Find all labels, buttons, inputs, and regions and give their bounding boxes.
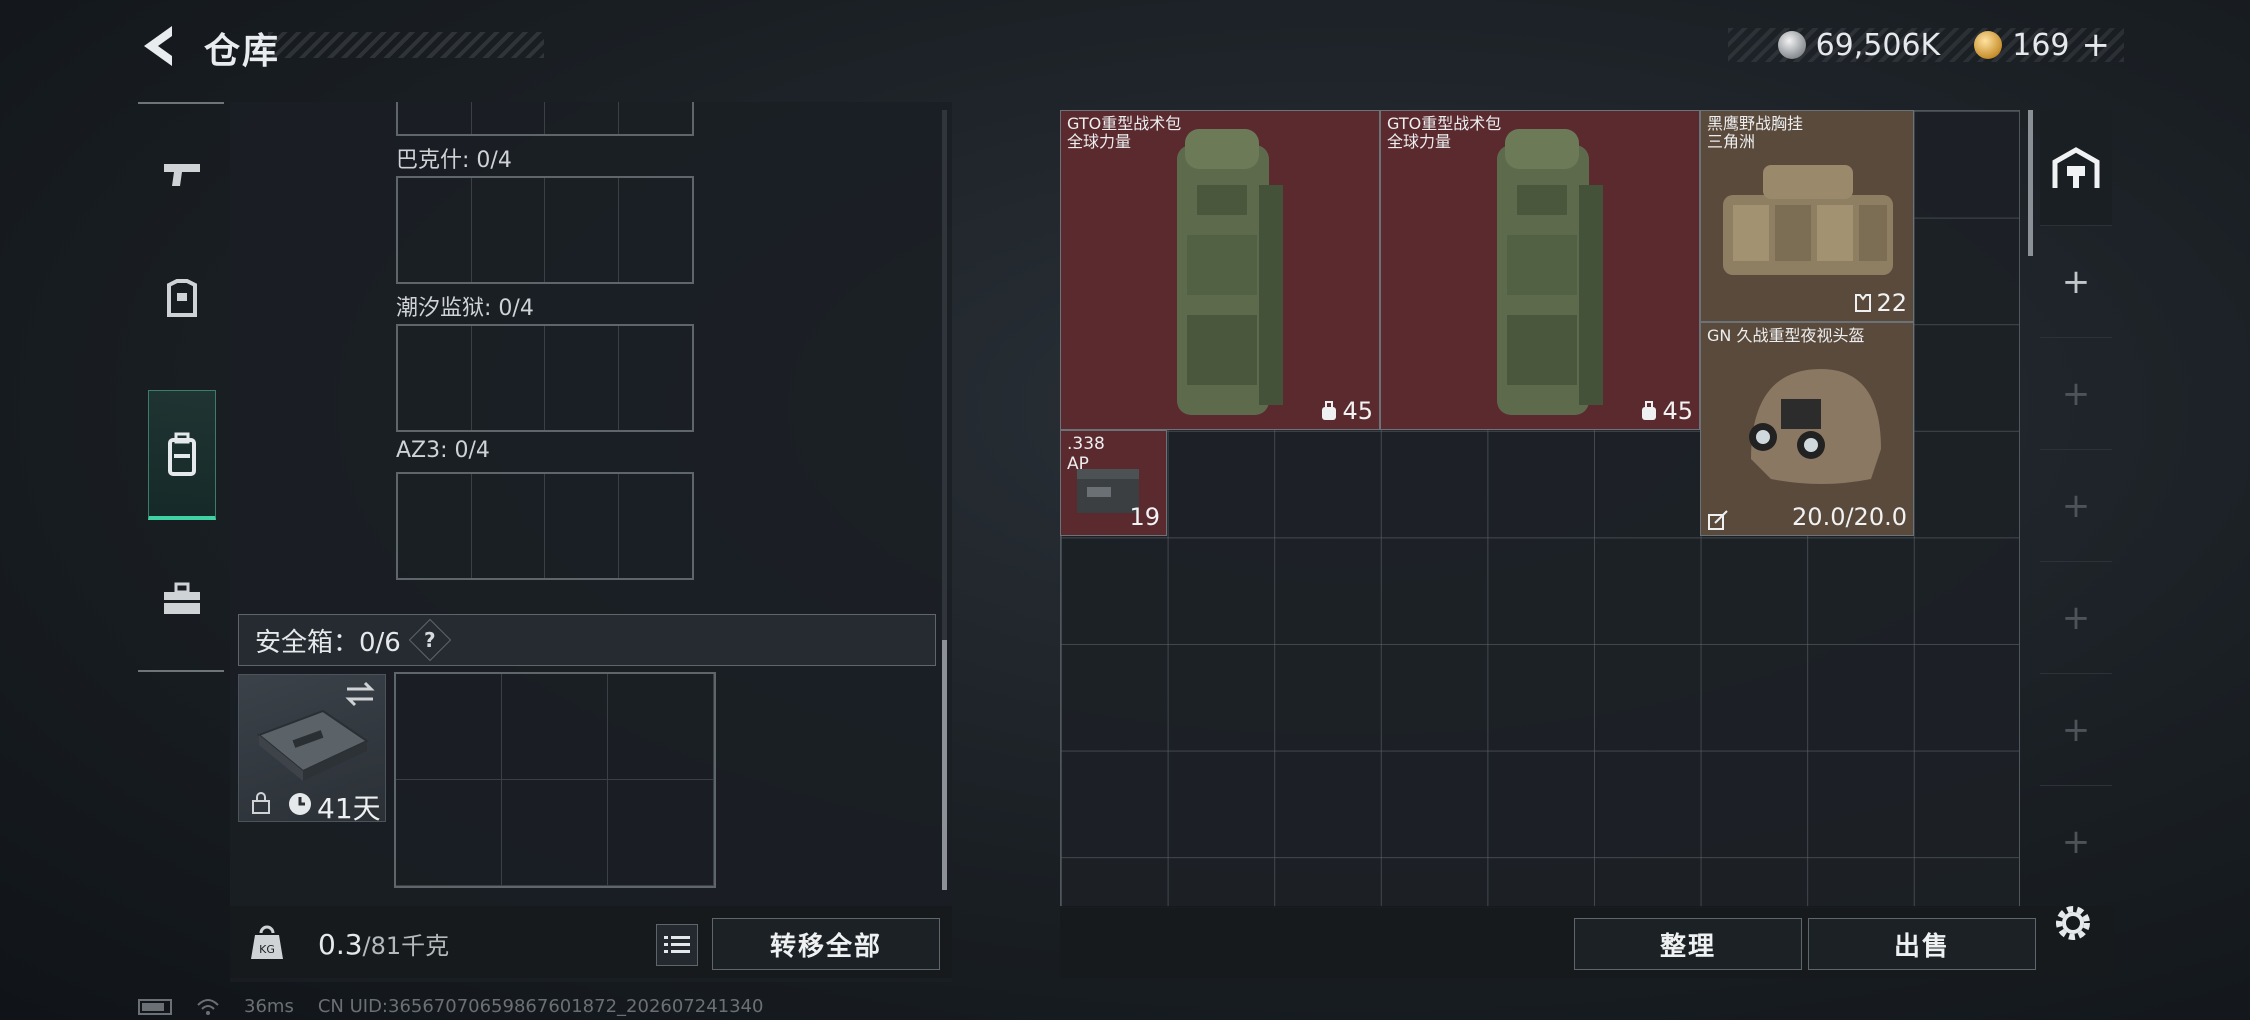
stash-tab-main[interactable]	[2040, 110, 2112, 226]
safe-box-timer: 41天	[317, 792, 381, 825]
stash-item-nv-helmet[interactable]: GN 久战重型夜视头盔 20.0/20.0	[1700, 322, 1914, 536]
stash-item-chest-rig[interactable]: 黑鹰野战胸挂 三角洲 22	[1700, 110, 1914, 322]
weight-value: 0.3	[318, 928, 363, 961]
slot-grid-partial[interactable]	[396, 102, 694, 136]
slot-label-tidal-prison: 潮汐监狱: 0/4	[396, 296, 534, 321]
backpack-image-icon	[1497, 129, 1603, 415]
capacity-icon	[1322, 401, 1337, 420]
settings-button[interactable]	[2050, 900, 2096, 946]
safe-box-grid[interactable]	[394, 672, 716, 888]
left-scrollbar-thumb[interactable]	[942, 640, 947, 890]
sell-button[interactable]: 出售	[1808, 918, 2036, 970]
helmet-image-icon	[1749, 369, 1881, 484]
weight-unit: 千克	[401, 932, 450, 960]
swap-icon	[345, 681, 375, 707]
stash-area: GTO重型战术包 全球力量 45 GTO重型战术包 全球力量 45 黑鹰野战胸挂…	[1060, 110, 2020, 908]
add-stash-tab-button[interactable]: +	[2040, 450, 2112, 562]
backpack-image-icon	[1177, 129, 1283, 415]
back-arrow-icon	[144, 26, 172, 66]
safe-case-icon	[257, 709, 370, 781]
backpack-icon	[168, 432, 196, 476]
status-bar: 36ms CN UID:3656707065986760187​2_202607…	[138, 996, 763, 1017]
vest-icon	[1855, 294, 1872, 312]
weight-icon: KG	[251, 925, 283, 959]
clock-icon	[289, 793, 311, 815]
add-stash-tab-button[interactable]: +	[2040, 562, 2112, 674]
stash-item-ammo-338[interactable]: .338 AP 19	[1060, 430, 1167, 536]
gear-icon	[2056, 906, 2090, 940]
gold-currency-value: 169	[2012, 27, 2070, 63]
lock-icon	[252, 792, 270, 814]
battery-icon	[138, 998, 172, 1015]
item-name: GN 久战重型夜视头盔	[1707, 326, 1865, 345]
category-armor[interactable]	[148, 234, 216, 364]
item-capacity: 22	[1854, 289, 1907, 317]
silver-coin-icon	[1777, 31, 1806, 59]
armor-icon	[167, 279, 197, 317]
repair-icon	[1708, 510, 1728, 530]
item-durability: 45	[1320, 397, 1373, 425]
slot-grid-bakhsh[interactable]	[396, 176, 694, 284]
item-quantity: 19	[1129, 503, 1160, 531]
ping-value: 36ms	[244, 996, 294, 1017]
gold-coin-icon	[1974, 31, 2003, 59]
currency-bar: 69,506K 169 +	[1728, 25, 2124, 65]
chest-rig-image-icon	[1723, 165, 1893, 275]
add-stash-tab-button[interactable]: +	[2040, 674, 2112, 786]
category-weapons[interactable]	[148, 110, 216, 240]
title-decoration	[268, 32, 544, 58]
weight-readout: 0.3/81千克	[318, 926, 449, 961]
add-currency-button[interactable]: +	[2082, 25, 2111, 65]
transfer-all-button[interactable]: 转移全部	[712, 918, 940, 970]
add-stash-tab-button[interactable]: +	[2040, 786, 2112, 898]
back-button[interactable]	[136, 22, 184, 70]
safe-box-item[interactable]: 41天	[238, 674, 386, 825]
slot-label-bakhsh: 巴克什: 0/4	[396, 148, 512, 173]
user-uid: CN UID:3656707065986760187​2_20260724134…	[317, 996, 764, 1017]
category-backpack[interactable]	[148, 390, 216, 520]
pistol-icon	[164, 164, 200, 186]
safe-box-label: 安全箱：0/6	[255, 627, 401, 658]
silver-currency-value: 69,506K	[1815, 27, 1941, 63]
help-icon: ?	[424, 627, 436, 652]
slot-grid-tidal-prison[interactable]	[396, 324, 694, 432]
sort-button[interactable]: 整理	[1574, 918, 1802, 970]
list-icon	[664, 936, 690, 953]
stash-item-gto-backpack[interactable]: GTO重型战术包 全球力量 45	[1060, 110, 1380, 430]
list-view-button[interactable]	[656, 924, 698, 966]
wifi-icon	[197, 998, 219, 1015]
weight-indicator: KG	[236, 912, 298, 974]
add-stash-tab-button[interactable]: +	[2040, 226, 2112, 338]
svg-text:KG: KG	[259, 943, 275, 956]
warehouse-icon	[2052, 146, 2100, 188]
weight-max: /81	[362, 932, 402, 960]
category-tools[interactable]	[148, 534, 216, 664]
stash-scrollbar-thumb[interactable]	[2028, 110, 2033, 256]
capacity-icon	[1642, 401, 1657, 420]
item-durability: 45	[1640, 397, 1693, 425]
help-button[interactable]: ?	[408, 618, 452, 662]
category-rail	[138, 102, 224, 672]
safe-box-header: 安全箱：0/6 ?	[238, 614, 936, 666]
stash-item-gto-backpack[interactable]: GTO重型战术包 全球力量 45	[1380, 110, 1700, 430]
item-durability: 20.0/20.0	[1792, 503, 1907, 531]
add-stash-tab-button[interactable]: +	[2040, 338, 2112, 450]
stash-tabs-rail: + + + + + +	[2040, 110, 2112, 880]
toolbox-icon	[164, 582, 200, 614]
item-name: 黑鹰野战胸挂 三角洲	[1707, 114, 1804, 152]
slot-grid-az3[interactable]	[396, 472, 694, 580]
slot-label-az3: AZ3: 0/4	[396, 438, 490, 463]
